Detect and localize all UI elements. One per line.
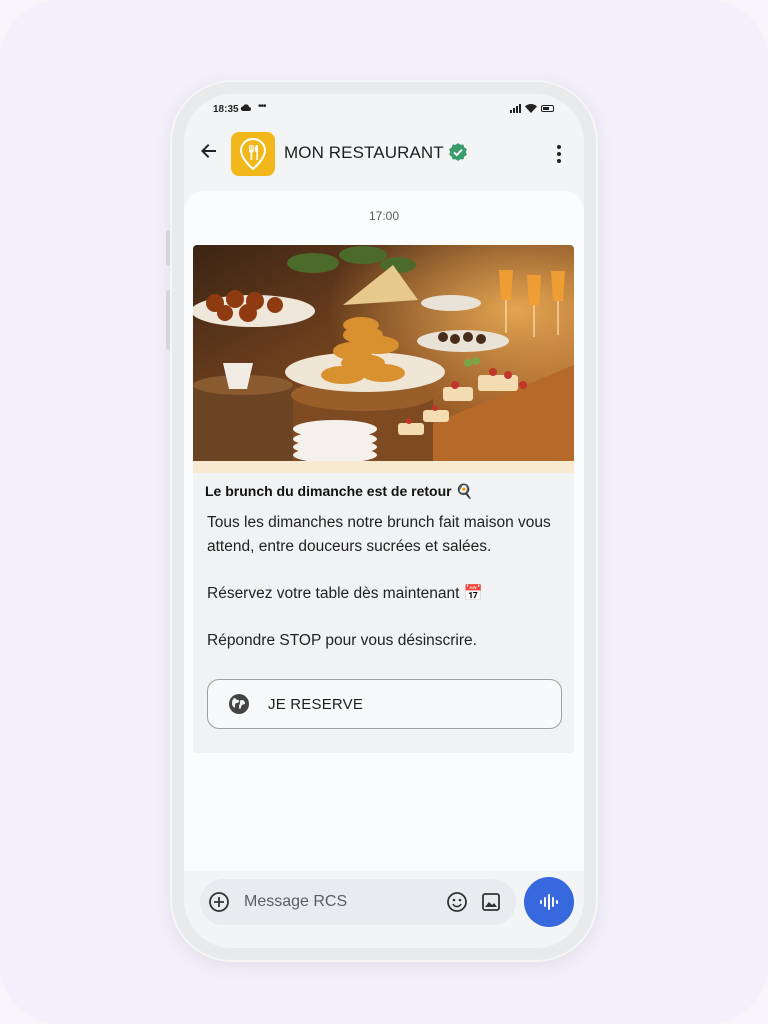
conversation-title: MON RESTAURANT: [284, 143, 444, 162]
add-attachment-icon[interactable]: [208, 891, 230, 913]
compose-bar: Message RCS: [200, 879, 516, 925]
card-description: Tous les dimanches notre brunch fait mai…: [207, 511, 567, 676]
message-timestamp: 17:00: [368, 209, 400, 223]
conversation-header: MON RESTAURANT: [184, 130, 584, 180]
status-more: •••: [258, 101, 266, 112]
signal-icon: [510, 104, 521, 113]
wifi-icon: [525, 104, 537, 113]
battery-icon: [541, 105, 554, 112]
globe-icon: [229, 694, 249, 714]
brunch-buffet-image[interactable]: [193, 245, 574, 461]
cloud-icon: [240, 103, 251, 115]
card-paragraph: Tous les dimanches notre brunch fait mai…: [207, 514, 551, 555]
back-button[interactable]: [198, 142, 220, 164]
reserve-button[interactable]: JE RESERVE: [207, 679, 562, 729]
reserve-button-label: JE RESERVE: [268, 695, 364, 713]
more-options-button[interactable]: [548, 142, 570, 166]
card-paragraph: Réservez votre table dès maintenant 📅: [207, 585, 484, 602]
restaurant-logo[interactable]: [231, 132, 275, 176]
rich-card[interactable]: Le brunch du dimanche est de retour 🍳 To…: [193, 245, 574, 753]
message-list: 17:00 Le brunch du dimanche est de retou…: [184, 191, 584, 871]
verified-badge-icon: [449, 143, 467, 161]
card-paragraph: Répondre STOP pour vous désinscrire.: [207, 632, 477, 649]
status-time: 18:35: [213, 104, 239, 115]
image-border: [193, 461, 574, 473]
restaurant-pin-icon: [240, 138, 266, 170]
phone-screen: 18:35 ••• MON RESTAURANT 17:00 Le brunch…: [184, 94, 584, 948]
gallery-icon[interactable]: [480, 891, 502, 913]
message-input[interactable]: Message RCS: [244, 893, 347, 911]
arrow-left-icon: [201, 144, 216, 158]
emoji-icon[interactable]: [446, 891, 468, 913]
waveform-icon: [540, 894, 558, 910]
card-title: Le brunch du dimanche est de retour 🍳: [205, 483, 473, 499]
voice-message-button[interactable]: [524, 877, 574, 927]
status-bar: 18:35 •••: [184, 94, 584, 128]
